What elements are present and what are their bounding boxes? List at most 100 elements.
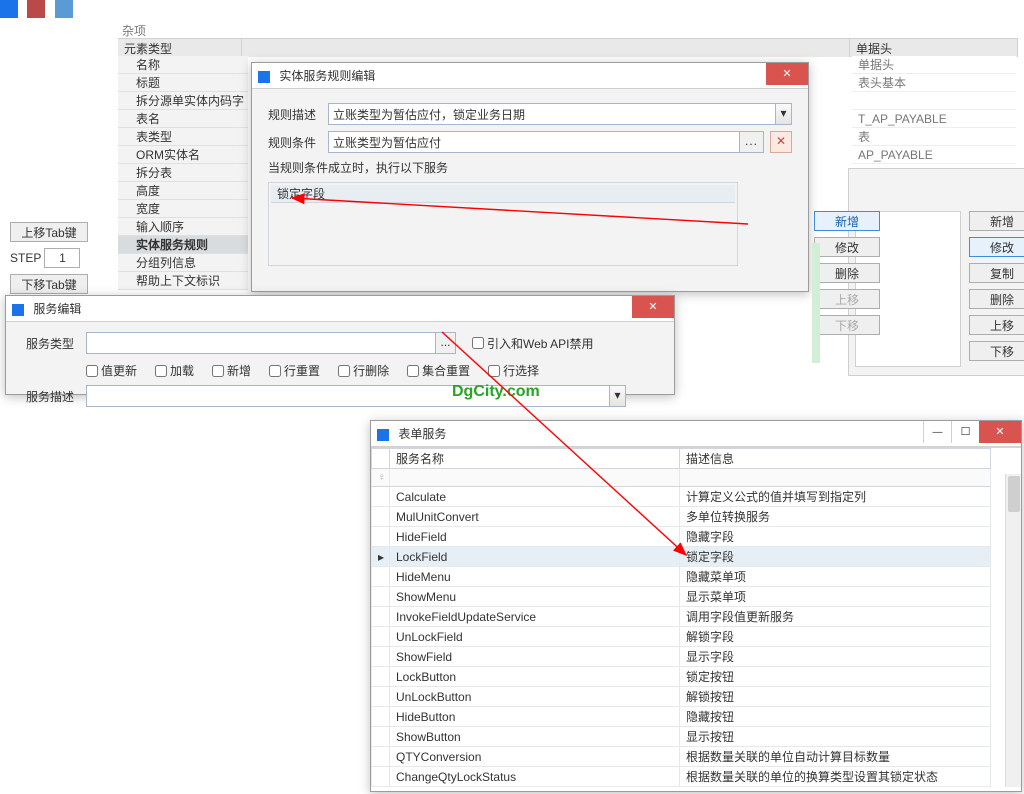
minimize-icon[interactable] — [923, 421, 951, 443]
misc-section-label: 杂项 — [122, 22, 146, 39]
table-row[interactable]: UnLockButton解锁按钮 — [372, 687, 991, 707]
prop-row[interactable]: 宽度 — [118, 200, 248, 218]
dropdown-icon[interactable] — [609, 386, 625, 406]
filter-icon[interactable]: ♀ — [372, 469, 390, 487]
table-row[interactable] — [271, 205, 735, 223]
prop-row[interactable]: 名称 — [118, 56, 248, 74]
prop-val[interactable]: AP_PAYABLE — [852, 146, 1016, 164]
dropdown-icon[interactable] — [775, 104, 791, 124]
table-row[interactable]: MulUnitConvert多单位转换服务 — [372, 507, 991, 527]
prop-val[interactable]: 表头基本 — [852, 74, 1016, 92]
cell-description: 锁定字段 — [680, 547, 991, 567]
table-row[interactable]: HideMenu隐藏菜单项 — [372, 567, 991, 587]
rule-desc-input[interactable]: 立账类型为暂估应付，锁定业务日期 — [328, 103, 792, 125]
ellipsis-icon[interactable]: ... — [739, 132, 763, 152]
cell-service-name: UnLockButton — [390, 687, 680, 707]
service-desc-input[interactable] — [86, 385, 626, 407]
property-names: 名称 标题 拆分源单实体内码字 表名 表类型 ORM实体名 拆分表 高度 宽度 … — [118, 56, 248, 290]
table-row[interactable]: InvokeFieldUpdateService调用字段值更新服务 — [372, 607, 991, 627]
app-icon — [258, 71, 270, 83]
scrollbar[interactable] — [1005, 474, 1021, 787]
table-row[interactable]: ▸LockField锁定字段 — [372, 547, 991, 567]
col-service-name[interactable]: 服务名称 — [390, 449, 680, 469]
prop-val[interactable]: 单据头 — [852, 56, 1016, 74]
side-accent — [812, 243, 820, 363]
prop-row[interactable]: 输入顺序 — [118, 218, 248, 236]
move-down-button[interactable]: 下移 — [814, 315, 880, 335]
move-up-button[interactable]: 上移 — [969, 315, 1024, 335]
prop-row[interactable]: 帮助上下文标识 — [118, 272, 248, 290]
cell-service-name: HideButton — [390, 707, 680, 727]
chk-load[interactable] — [155, 365, 167, 377]
cell-service-name: ShowMenu — [390, 587, 680, 607]
prop-row[interactable]: ORM实体名 — [118, 146, 248, 164]
prop-row[interactable]: 分组列信息 — [118, 254, 248, 272]
close-icon[interactable] — [632, 296, 674, 318]
rule-cond-input[interactable]: 立账类型为暂估应付 ... — [328, 131, 764, 153]
table-row[interactable]: ChangeQtyLockStatus根据数量关联的单位的换算类型设置其锁定状态 — [372, 767, 991, 787]
move-up-button[interactable]: 上移 — [814, 289, 880, 309]
delete-icon[interactable] — [27, 0, 45, 18]
table-row[interactable] — [271, 225, 735, 243]
filter-service-name[interactable] — [390, 469, 680, 487]
cell-description: 解锁按钮 — [680, 687, 991, 707]
table-row[interactable] — [271, 245, 735, 263]
prop-row-selected[interactable]: 实体服务规则 — [118, 236, 248, 254]
chk-value-update[interactable] — [86, 365, 98, 377]
table-row[interactable]: UnLockField解锁字段 — [372, 627, 991, 647]
tab-down-button[interactable]: 下移Tab键 — [10, 274, 88, 294]
edit-button[interactable]: 修改 — [969, 237, 1024, 257]
edit-button[interactable]: 修改 — [814, 237, 880, 257]
filter-description[interactable] — [680, 469, 991, 487]
table-row[interactable]: ShowField显示字段 — [372, 647, 991, 667]
table-row[interactable]: ShowButton显示按钮 — [372, 727, 991, 747]
copy-button[interactable]: 复制 — [969, 263, 1024, 283]
chk-row-delete[interactable] — [338, 365, 350, 377]
move-down-button[interactable]: 下移 — [969, 341, 1024, 361]
add-button[interactable]: 新增 — [814, 211, 880, 231]
scroll-thumb[interactable] — [1008, 476, 1020, 512]
table-row[interactable]: LockButton锁定按钮 — [372, 667, 991, 687]
prop-val[interactable]: T_AP_PAYABLE — [852, 110, 1016, 128]
document-icon[interactable] — [55, 0, 73, 18]
tab-step-controls: 上移Tab键 STEP 下移Tab键 — [10, 220, 100, 296]
prop-row[interactable]: 表名 — [118, 110, 248, 128]
step-input[interactable] — [44, 248, 80, 268]
cell-description: 显示菜单项 — [680, 587, 991, 607]
row-marker — [372, 627, 390, 647]
chk-collection-reset[interactable] — [407, 365, 419, 377]
close-icon[interactable] — [766, 63, 808, 85]
prop-row[interactable]: 拆分源单实体内码字 — [118, 92, 248, 110]
table-row[interactable]: HideField隐藏字段 — [372, 527, 991, 547]
prop-row[interactable]: 标题 — [118, 74, 248, 92]
cell-description: 解锁字段 — [680, 627, 991, 647]
maximize-icon[interactable] — [951, 421, 979, 443]
chk-row-reset[interactable] — [269, 365, 281, 377]
service-type-input[interactable]: ... — [86, 332, 456, 354]
save-icon[interactable] — [0, 0, 18, 18]
prop-row[interactable]: 高度 — [118, 182, 248, 200]
prop-row[interactable]: 拆分表 — [118, 164, 248, 182]
row-marker — [372, 507, 390, 527]
prop-val[interactable] — [852, 92, 1016, 110]
col-description[interactable]: 描述信息 — [680, 449, 991, 469]
cell-description: 隐藏字段 — [680, 527, 991, 547]
tab-up-button[interactable]: 上移Tab键 — [10, 222, 88, 242]
table-row[interactable]: QTYConversion根据数量关联的单位自动计算目标数量 — [372, 747, 991, 767]
table-row[interactable]: ShowMenu显示菜单项 — [372, 587, 991, 607]
delete-button[interactable]: 删除 — [969, 289, 1024, 309]
cell-description: 隐藏按钮 — [680, 707, 991, 727]
ellipsis-icon[interactable]: ... — [435, 333, 455, 353]
chk-row-select[interactable] — [488, 365, 500, 377]
clear-icon[interactable]: ✕ — [770, 131, 792, 153]
add-button[interactable]: 新增 — [969, 211, 1024, 231]
cell-service-name: Calculate — [390, 487, 680, 507]
prop-val[interactable]: 表 — [852, 128, 1016, 146]
table-row[interactable]: Calculate计算定义公式的值并填写到指定列 — [372, 487, 991, 507]
chk-add[interactable] — [212, 365, 224, 377]
close-icon[interactable] — [979, 421, 1021, 443]
api-disable-checkbox[interactable] — [472, 337, 484, 349]
delete-button[interactable]: 删除 — [814, 263, 880, 283]
table-row[interactable]: HideButton隐藏按钮 — [372, 707, 991, 727]
prop-row[interactable]: 表类型 — [118, 128, 248, 146]
